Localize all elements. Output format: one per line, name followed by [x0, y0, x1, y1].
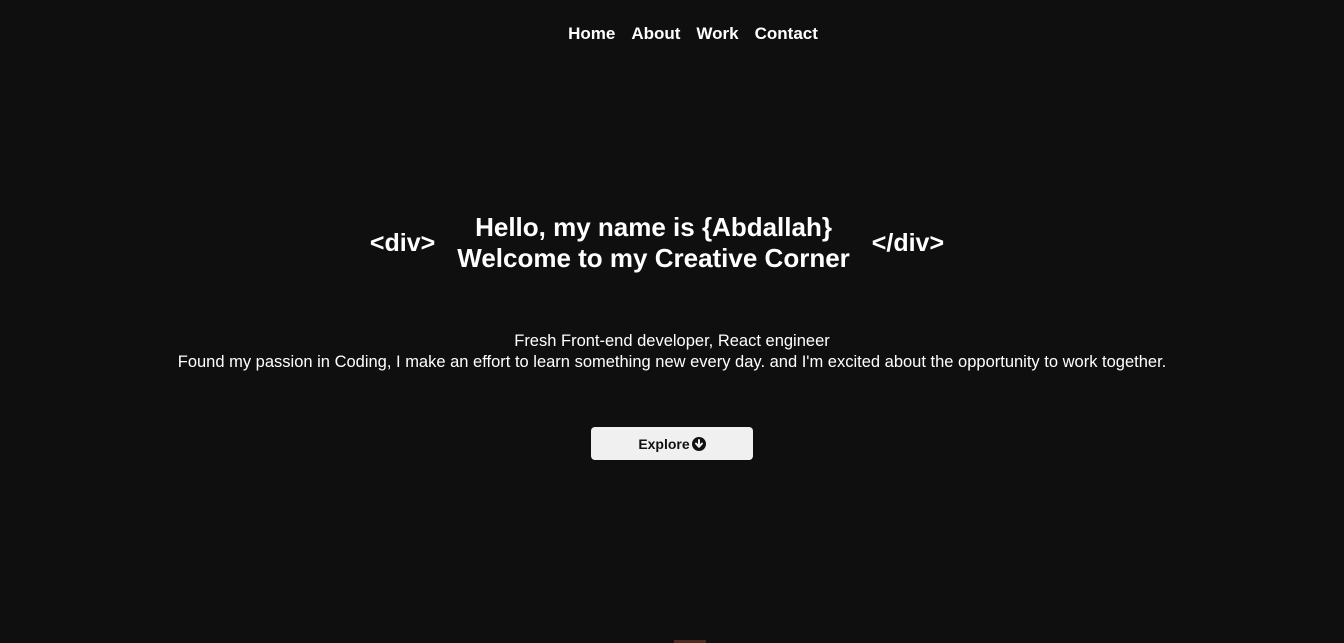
explore-button[interactable]: Explore [591, 427, 753, 460]
explore-button-label: Explore [638, 435, 690, 452]
nav-item-about[interactable]: About [631, 22, 680, 46]
nav-item-contact[interactable]: Contact [755, 22, 818, 46]
intro-line-1: Fresh Front-end developer, React enginee… [514, 332, 830, 350]
intro-text: Fresh Front-end developer, React enginee… [0, 331, 1344, 373]
hero-headline: Hello, my name is {Abdallah} Welcome to … [457, 212, 850, 274]
hero: <div> Hello, my name is {Abdallah} Welco… [0, 212, 1344, 274]
intro-line-2: Found my passion in Coding, I make an ef… [177, 353, 1167, 371]
open-div-tag: <div> [369, 229, 436, 257]
top-nav: Home About Work Contact [0, 22, 1344, 46]
nav-item-home[interactable]: Home [568, 22, 615, 46]
close-div-tag: </div> [871, 229, 945, 257]
headline-line-1: Hello, my name is {Abdallah} [475, 212, 832, 242]
nav-item-work[interactable]: Work [696, 22, 738, 46]
page: Home About Work Contact <div> Hello, my … [0, 0, 1344, 643]
headline-line-2: Welcome to my Creative Corner [457, 243, 850, 273]
arrow-circle-down-icon [691, 436, 706, 451]
